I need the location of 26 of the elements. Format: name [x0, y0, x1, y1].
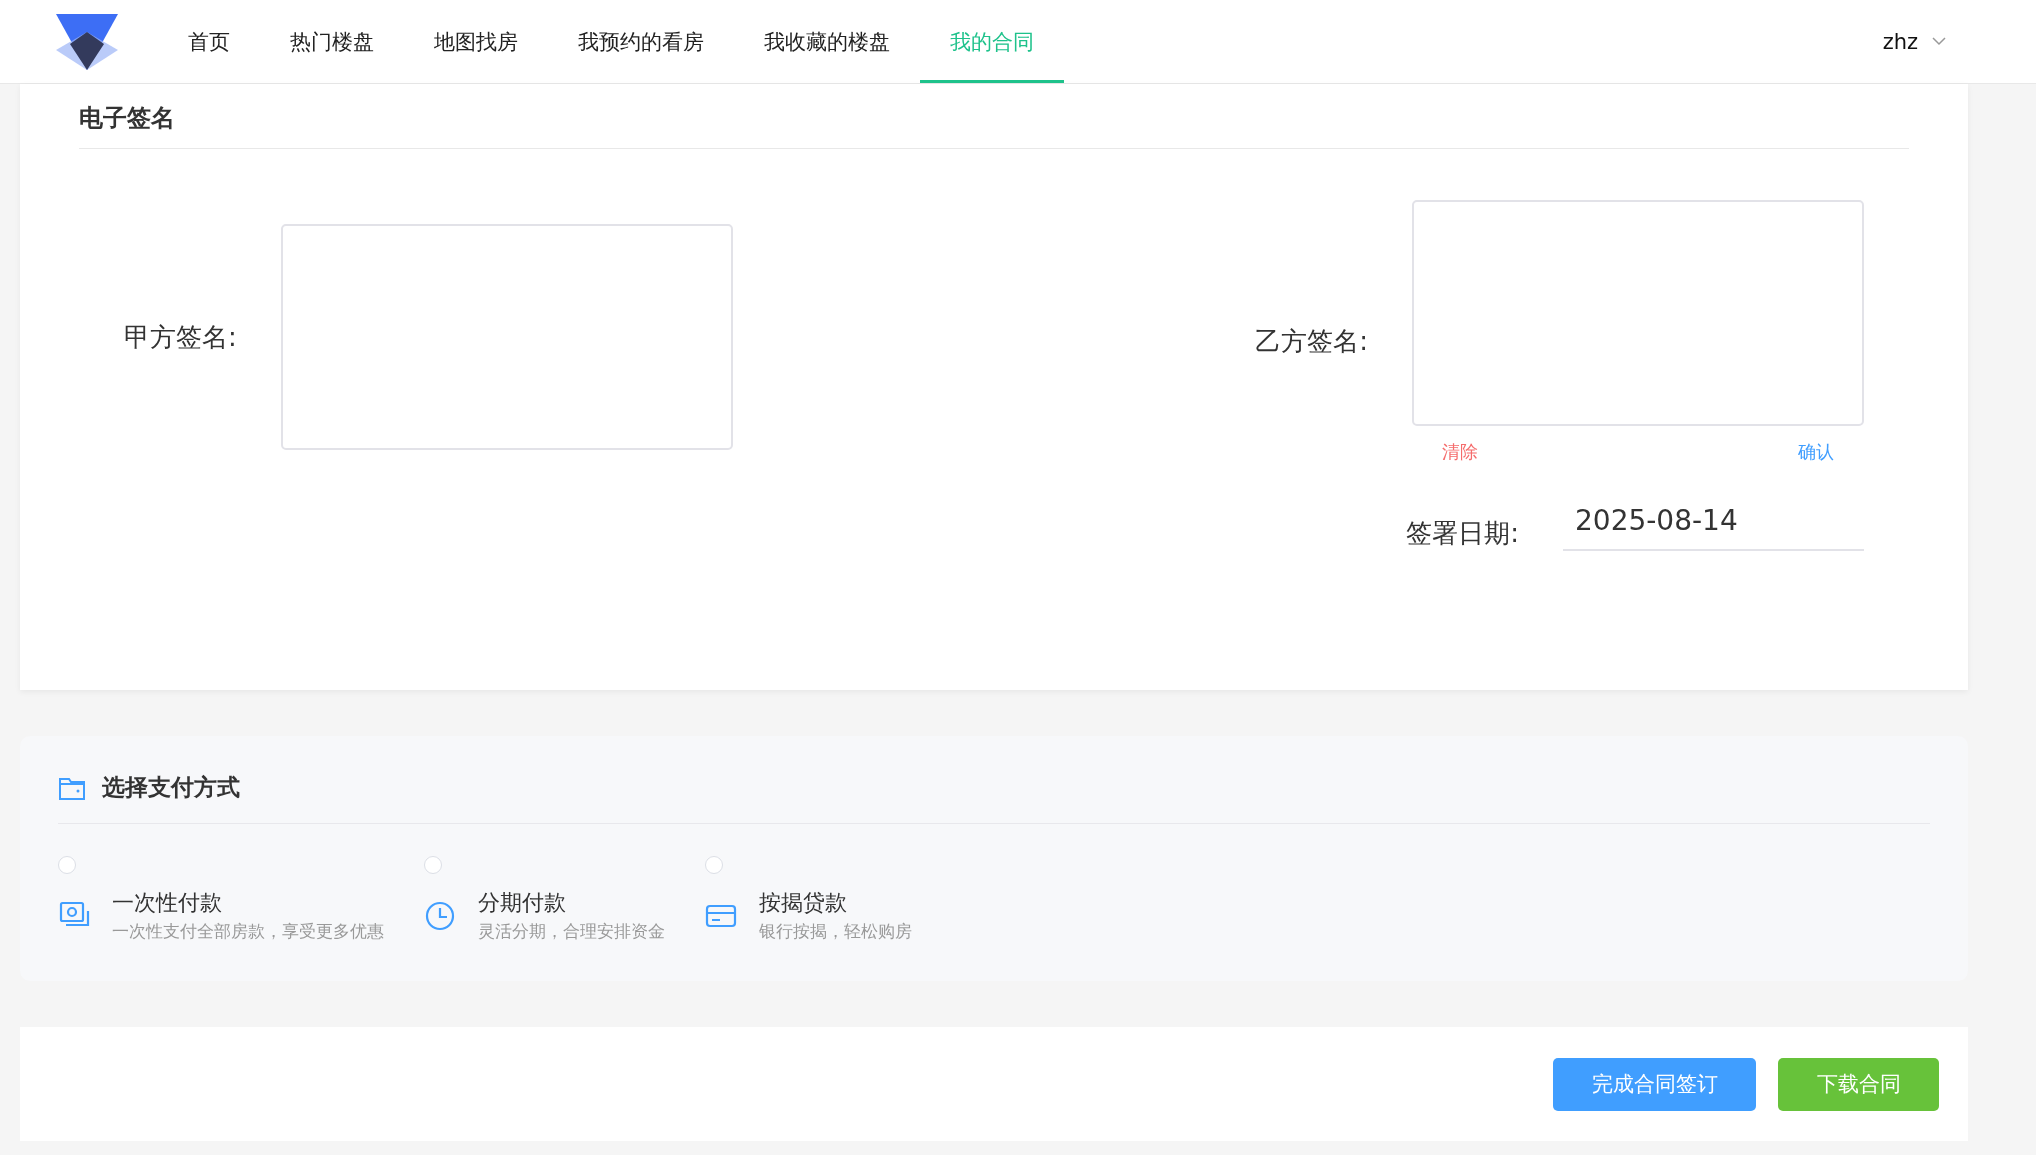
party-b-label: 乙方签名: [1255, 325, 1368, 358]
section-title: 选择支付方式 [102, 773, 240, 802]
option-description: 一次性支付全部房款，享受更多优惠 [112, 920, 384, 943]
nav-tab[interactable]: 我预约的看房 [548, 0, 734, 83]
logo-icon [56, 13, 118, 70]
clock-icon [424, 899, 456, 932]
chevron-down-icon[interactable] [1932, 37, 1946, 46]
nav-tab[interactable]: 我收藏的楼盘 [734, 0, 920, 83]
option-title: 分期付款 [478, 889, 567, 917]
date-label: 签署日期: [1406, 517, 1519, 550]
option-title: 按揭贷款 [759, 889, 848, 917]
radio-button[interactable] [705, 856, 723, 874]
nav-tab[interactable]: 地图找房 [404, 0, 548, 83]
section-title: 电子签名 [79, 84, 1909, 149]
option-description: 灵活分期，合理安排资金 [478, 920, 665, 943]
signature-pad[interactable] [1412, 200, 1864, 426]
date-field[interactable]: 2025-08-14 [1563, 504, 1864, 551]
username[interactable]: zhz [1882, 29, 1918, 54]
radio-button[interactable] [424, 856, 442, 874]
party-a-label: 甲方签名: [124, 320, 237, 354]
nav-tab[interactable]: 首页 [158, 0, 260, 83]
option-title: 一次性付款 [112, 889, 223, 917]
radio-button[interactable] [58, 856, 76, 874]
option-description: 银行按揭，轻松购房 [759, 920, 912, 943]
nav-tab[interactable]: 热门楼盘 [260, 0, 404, 83]
signature-pad[interactable] [280, 224, 733, 450]
